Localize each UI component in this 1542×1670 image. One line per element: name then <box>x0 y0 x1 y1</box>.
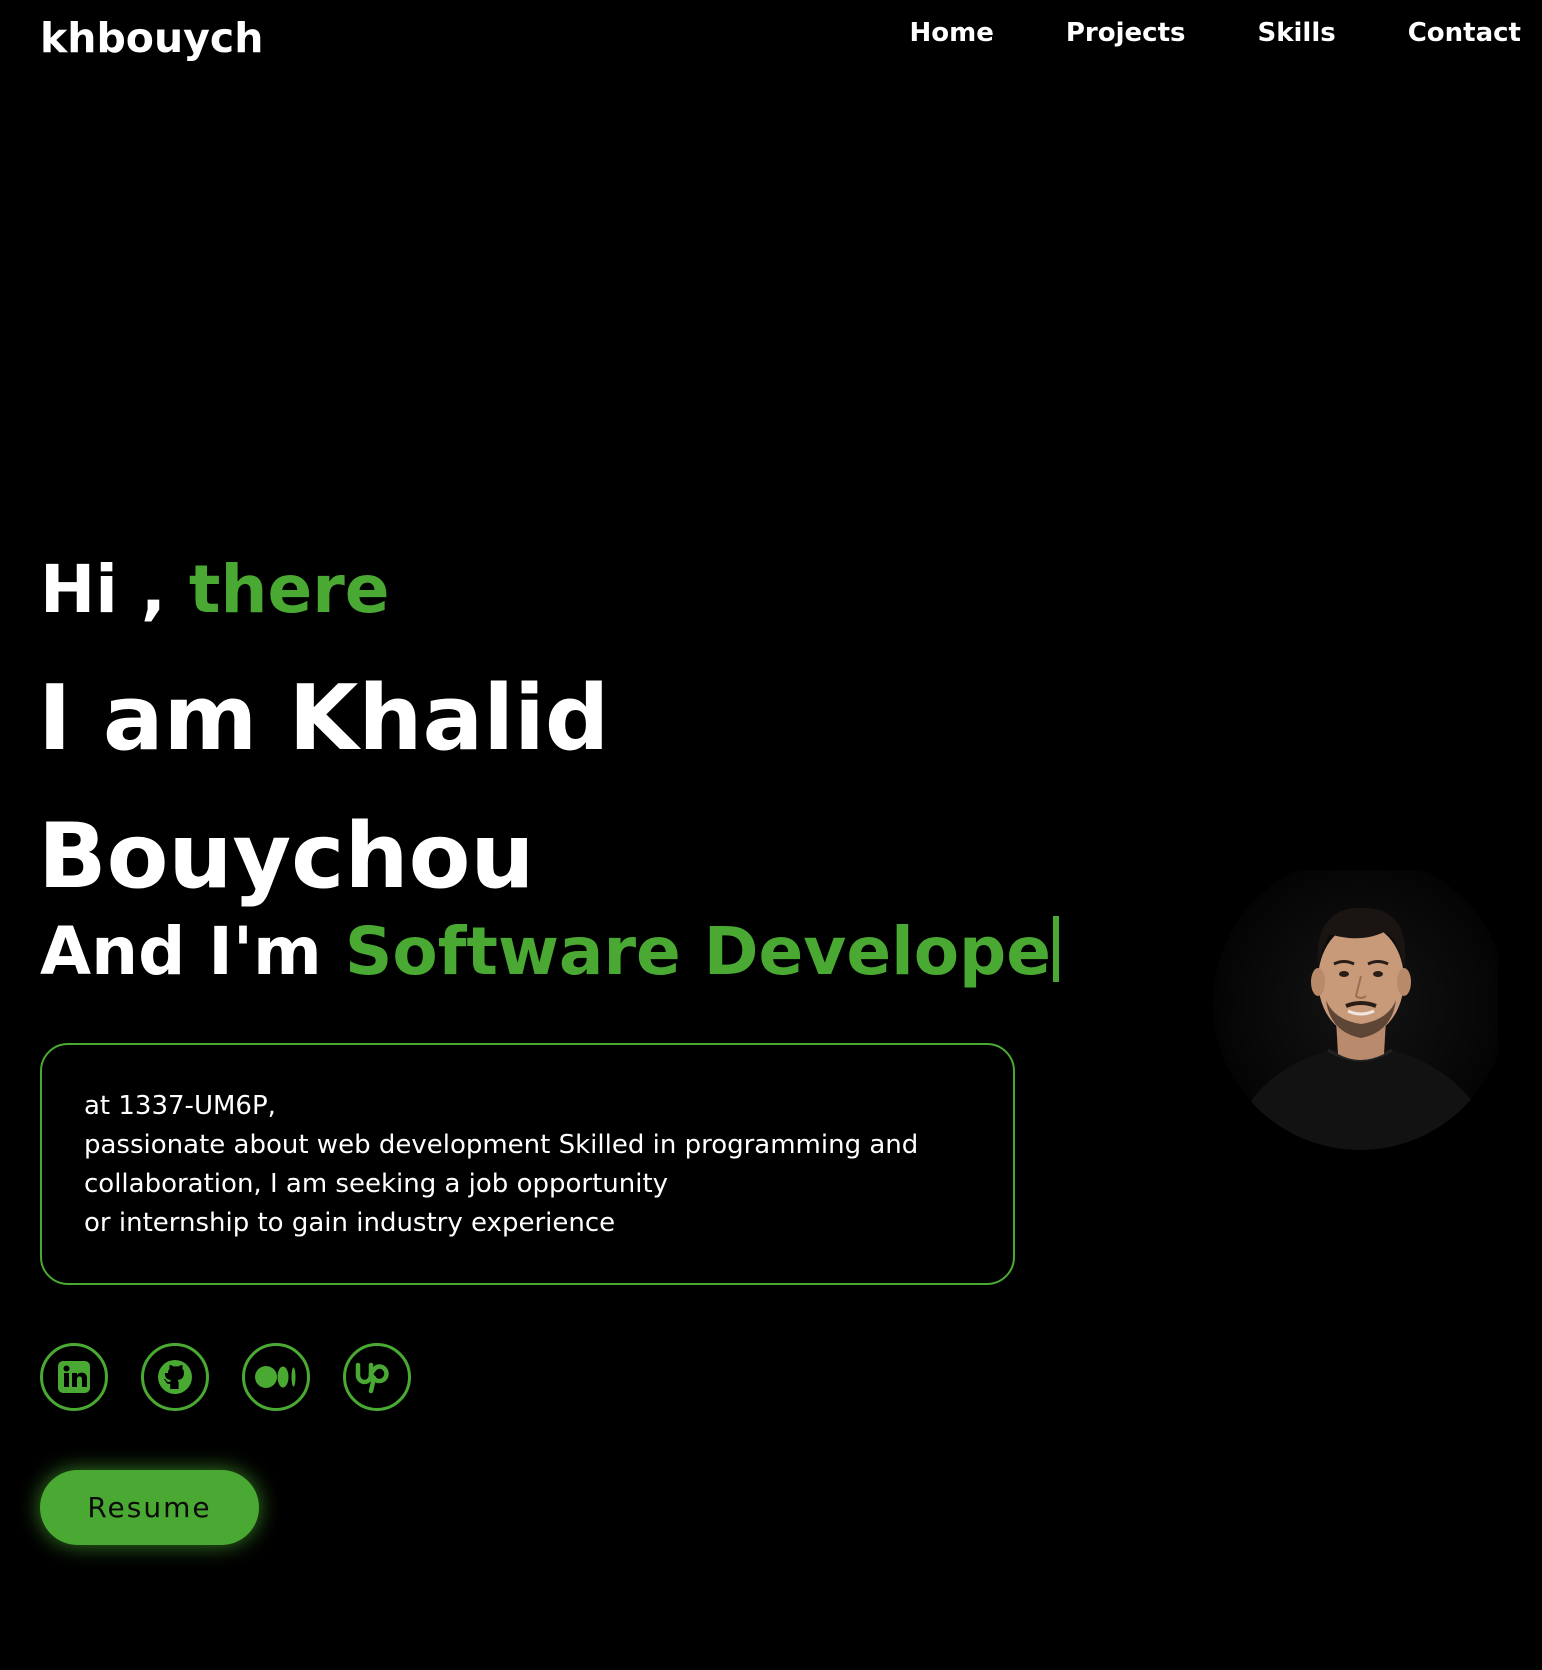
about-card: at 1337-UM6P, passionate about web devel… <box>40 1043 1015 1285</box>
nav-contact[interactable]: Contact <box>1408 18 1521 48</box>
linkedin-link[interactable] <box>40 1343 108 1411</box>
role-prefix: And I'm <box>40 913 322 990</box>
name-line-2: Bouychou <box>38 804 535 909</box>
name-line-1: I am Khalid <box>38 666 610 771</box>
role-typewriter: Software Develope <box>344 913 1052 990</box>
github-link[interactable] <box>141 1343 209 1411</box>
typing-cursor <box>1053 916 1060 982</box>
profile-photo-icon <box>1213 856 1507 1150</box>
medium-icon <box>255 1366 296 1388</box>
upwork-link[interactable] <box>343 1343 411 1411</box>
avatar <box>1198 856 1507 1160</box>
greeting: Hi , there <box>40 550 390 630</box>
hero-name: I am Khalid Bouychou <box>38 650 738 926</box>
portfolio-page: khbouych Home Projects Skills Contact Hi… <box>0 0 1542 1670</box>
about-line: passionate about web development Skilled… <box>84 1130 919 1160</box>
nav-home[interactable]: Home <box>910 18 994 48</box>
nav-skills[interactable]: Skills <box>1257 18 1335 48</box>
resume-button[interactable]: Resume <box>40 1470 259 1545</box>
about-line: at 1337-UM6P, <box>84 1091 276 1121</box>
nav-projects[interactable]: Projects <box>1066 18 1186 48</box>
greeting-highlight: there <box>188 551 390 628</box>
main-nav: Home Projects Skills Contact <box>910 18 1521 48</box>
github-icon <box>158 1360 192 1394</box>
role-line: And I'm Software Develope <box>40 912 1060 992</box>
about-line: or internship to gain industry experienc… <box>84 1208 616 1238</box>
greeting-prefix: Hi , <box>40 551 166 628</box>
social-links <box>40 1343 444 1411</box>
about-line: collaboration, I am seeking a job opport… <box>84 1169 669 1199</box>
medium-link[interactable] <box>242 1343 310 1411</box>
linkedin-icon <box>58 1361 90 1393</box>
upwork-icon <box>355 1362 389 1394</box>
site-logo[interactable]: khbouych <box>40 14 263 62</box>
